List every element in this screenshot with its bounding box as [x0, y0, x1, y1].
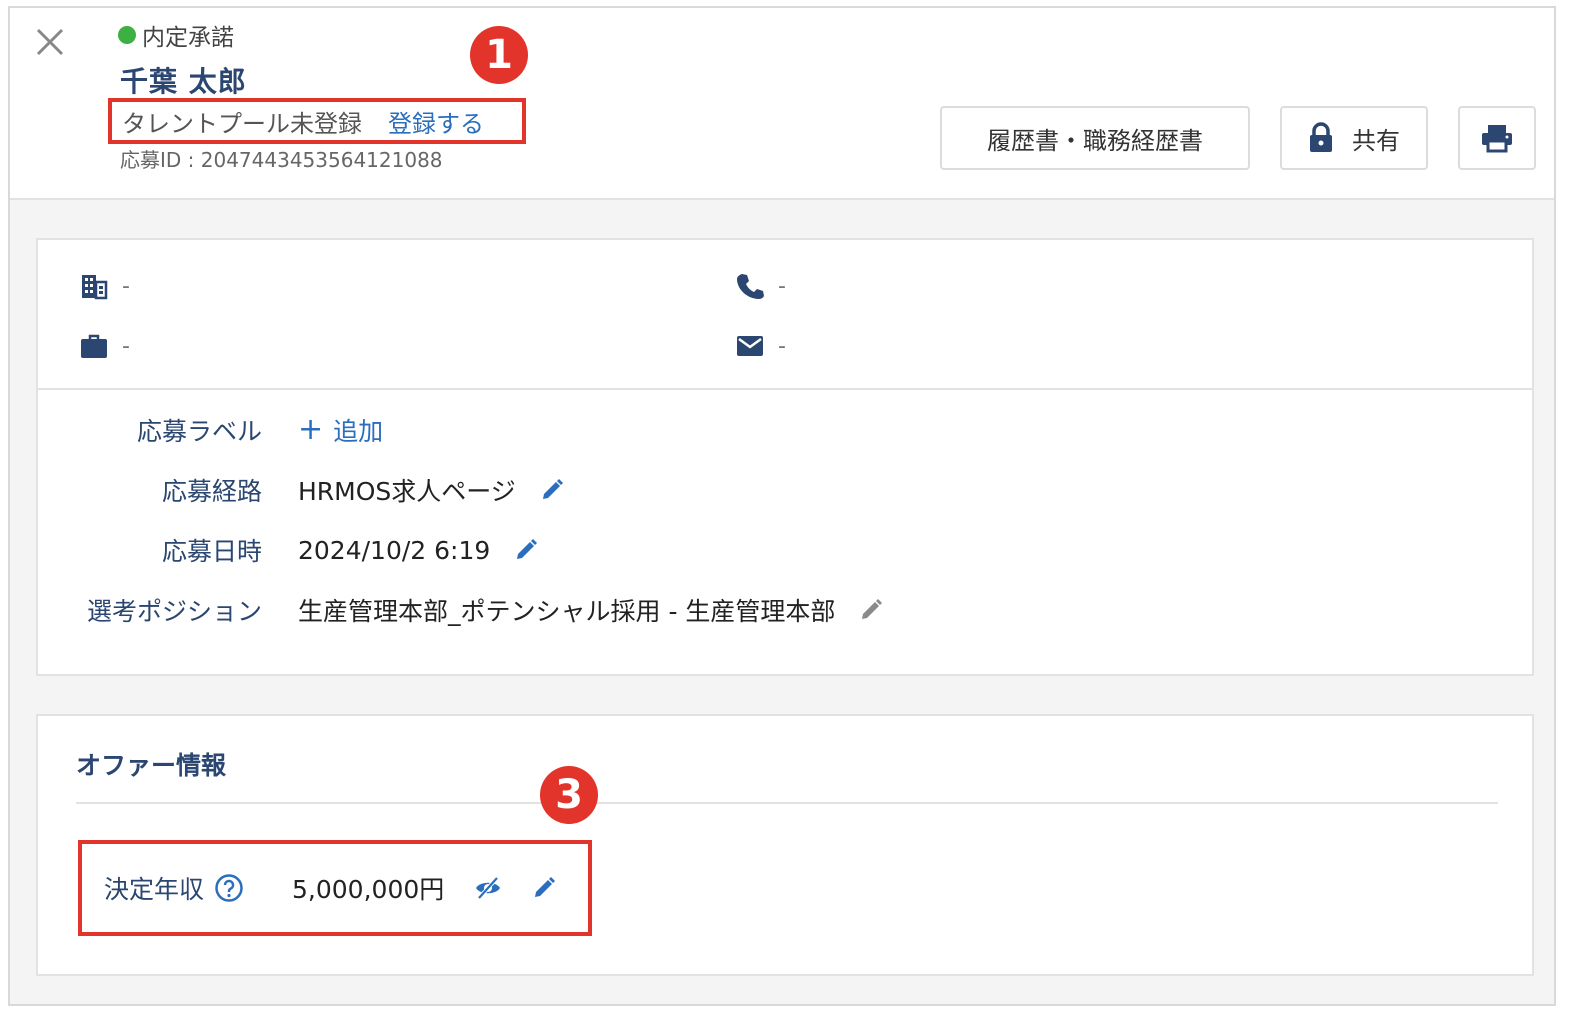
application-label-label: 応募ラベル	[136, 417, 262, 446]
salary-label: 決定年収	[104, 875, 205, 904]
edit-route-pencil-icon[interactable]	[540, 478, 564, 502]
add-label-text: 追加	[333, 417, 384, 446]
job-value: -	[122, 333, 130, 359]
talent-pool-register-link[interactable]: 登録する	[388, 104, 484, 139]
candidate-detail-panel: 内定承諾 千葉 太郎 タレントプール未登録 登録する 応募ID : 204744…	[8, 6, 1556, 1006]
selection-status: 内定承諾	[118, 20, 234, 51]
phone-value: -	[778, 273, 786, 299]
application-date-label: 応募日時	[161, 537, 262, 566]
print-button[interactable]	[1458, 106, 1536, 170]
close-icon	[36, 28, 64, 56]
company-row: -	[80, 272, 130, 300]
selection-position-row: 選考ポジション 生産管理本部_ポテンシャル採用 - 生産管理本部	[38, 590, 883, 630]
offer-title: オファー情報	[76, 751, 227, 780]
printer-icon	[1482, 125, 1512, 153]
eye-off-icon[interactable]	[474, 874, 502, 902]
application-route-row: 応募経路 HRMOS求人ページ	[38, 470, 564, 510]
application-route-value: HRMOS求人ページ	[298, 477, 516, 506]
edit-salary-pencil-icon[interactable]	[532, 876, 556, 900]
phone-row: -	[736, 272, 786, 300]
phone-icon	[737, 274, 764, 299]
talent-pool-highlight: タレントプール未登録 登録する	[108, 98, 526, 144]
add-label-button[interactable]: + 追加	[298, 412, 383, 448]
candidate-name: 千葉 太郎	[120, 65, 247, 98]
briefcase-icon	[81, 334, 107, 358]
share-button[interactable]: 共有	[1280, 106, 1428, 170]
lock-icon	[1310, 122, 1332, 152]
building-icon	[82, 275, 108, 300]
salary-value: 5,000,000円	[292, 875, 445, 904]
offer-info-card: オファー情報 決定年収 5,000,000円	[36, 714, 1534, 976]
plus-icon: +	[298, 412, 324, 447]
help-circle-icon[interactable]	[214, 873, 244, 903]
salary-highlight: 決定年収 5,000,000円	[78, 840, 592, 936]
company-value: -	[122, 273, 130, 299]
email-row: -	[736, 332, 786, 360]
selection-position-label: 選考ポジション	[86, 597, 262, 626]
status-dot-icon	[118, 26, 136, 44]
candidate-info-card: - - - - 応募ラベル + 追加 応募経路 HRMOS求人ページ 応募日時 …	[36, 238, 1534, 676]
divider	[76, 802, 1498, 804]
edit-position-pencil-icon[interactable]	[859, 598, 883, 622]
talent-pool-status: タレントプール未登録	[122, 109, 362, 138]
annotation-badge-3: 3	[540, 766, 598, 824]
close-button[interactable]	[30, 22, 70, 62]
share-label: 共有	[1352, 126, 1400, 155]
application-id: 応募ID : 2047443453564121088	[120, 148, 443, 172]
annotation-badge-1: 1	[470, 26, 528, 84]
candidate-header: 内定承諾 千葉 太郎 タレントプール未登録 登録する 応募ID : 204744…	[10, 8, 1554, 200]
resume-button[interactable]: 履歴書・職務経歴書	[940, 106, 1250, 170]
job-row: -	[80, 332, 130, 360]
mail-icon	[737, 336, 763, 356]
application-date-row: 応募日時 2024/10/2 6:19	[38, 530, 538, 570]
status-label: 内定承諾	[142, 25, 234, 51]
edit-date-pencil-icon[interactable]	[514, 538, 538, 562]
selection-position-value: 生産管理本部_ポテンシャル採用 - 生産管理本部	[298, 597, 836, 626]
divider	[38, 388, 1532, 390]
application-label-row: 応募ラベル + 追加	[38, 410, 383, 450]
application-route-label: 応募経路	[161, 477, 262, 506]
email-value: -	[778, 333, 786, 359]
application-date-value: 2024/10/2 6:19	[298, 535, 491, 565]
